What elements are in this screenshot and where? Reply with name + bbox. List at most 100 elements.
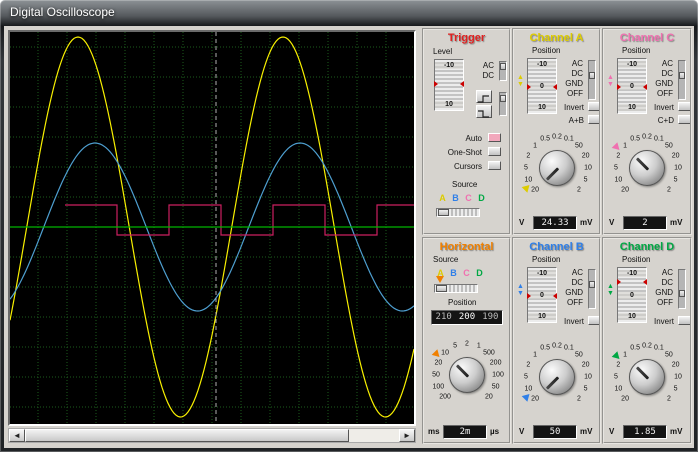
coupling-switch[interactable] [678,60,686,100]
knob-scale-label: 10 [524,176,533,184]
ac-label: AC [571,268,583,277]
knob-scale-label: 500 [483,349,495,357]
level-marker-right [460,81,464,87]
edge-select-switch[interactable] [499,92,507,116]
sum-button[interactable] [588,115,599,124]
source-d-label: D [476,268,483,278]
position-value-next: 190 [482,312,499,322]
position-label: Position [622,255,651,264]
switch-thumb[interactable] [589,72,595,79]
knob-scale-label: 5 [453,342,458,350]
knob-scale-label: 0.1 [563,344,574,352]
control-panels: Trigger Level -10 10 AC DC Auto One-Shot… [422,28,692,444]
switch-thumb[interactable] [589,281,595,288]
channel-c-knob-block: 20 10 5 2 1 0.5 0.2 0.1 50 20 10 5 2 [605,126,689,210]
panel-title: Channel C [619,32,675,44]
dc-label: DC [661,278,673,287]
channel-b-scale-knob[interactable] [539,359,575,395]
knob-scale-label: 5 [673,176,678,184]
switch-thumb[interactable] [679,290,685,297]
knob-scale-label: 0.5 [540,135,550,143]
channel-b-position-arrows[interactable]: ▲ ▼ [517,283,524,297]
unit-right: µs [490,427,500,436]
client-area: ◄ ► Trigger Level -10 10 AC DC Auto One-… [4,26,694,448]
knob-scale-label: 2 [576,395,581,403]
knob-scale-label: 5 [583,385,588,393]
titlebar[interactable]: Digital Oscilloscope [0,0,698,26]
slider-thumb[interactable] [436,285,447,292]
rising-edge-button[interactable] [476,90,492,103]
scope-hscrollbar[interactable]: ◄ ► [8,428,416,443]
panel-title: Horizontal [439,241,494,253]
scroll-left-button[interactable]: ◄ [9,429,25,442]
knob-scale-label: 50 [432,371,440,379]
unit-left: ms [428,427,440,436]
invert-button[interactable] [678,102,690,111]
knob-pointer [455,364,470,378]
position-marker-left [527,293,531,299]
position-marker-left [617,84,621,90]
horizontal-source-slider[interactable] [434,284,478,293]
knob-scale-label: 20 [531,395,539,403]
dc-label: DC [571,278,583,287]
position-marker-left [617,279,621,285]
scale-mid: 0 [618,292,646,299]
coupling-labels: AC DC GND OFF [647,59,673,99]
scale-top: -10 [528,270,556,277]
switch-thumb[interactable] [679,72,685,79]
knob-scale-label: 5 [614,164,618,172]
knob-scale-label: 50 [665,351,673,359]
knob-scale-label: 2 [465,340,469,348]
timebase-knob[interactable] [449,357,485,393]
off-label: OFF [657,89,673,98]
channel-d-display: 1.85 [623,425,667,439]
knob-scale-label: 50 [665,142,673,150]
oscilloscope-window: Digital Oscilloscope ◄ ► Trigger Level -… [0,0,698,452]
coupling-switch[interactable] [588,60,596,100]
invert-button[interactable] [678,316,690,325]
slider-thumb[interactable] [438,209,449,216]
auto-button[interactable] [488,133,501,142]
cursors-label: Cursors [453,162,482,171]
up-arrow-icon: ▲ [607,283,614,290]
cursors-button[interactable] [488,161,501,170]
scrollbar-thumb[interactable] [25,429,349,442]
knob-scale-label: 0.1 [653,135,664,143]
channel-b-panel: Channel B Position ▲ ▼ -10 0 10 AC DC GND… [512,237,601,444]
left-arrow-icon: ◄ [13,431,21,440]
channel-d-scale-knob[interactable] [629,359,665,395]
sum-button[interactable] [678,115,690,124]
up-arrow-icon: ▲ [607,74,614,81]
trigger-level-slider[interactable]: -10 10 [434,59,464,111]
up-arrow-icon: ▲ [517,74,524,81]
source-d-label: D [478,193,485,203]
channel-a-scale-knob[interactable] [539,150,575,186]
channel-c-position-arrows[interactable]: ▲ ▼ [607,74,614,88]
one-shot-button[interactable] [488,147,501,156]
knob-scale-label: 0.2 [642,133,652,141]
channel-d-knob-block: 20 10 5 2 1 0.5 0.2 0.1 50 20 10 5 2 [605,335,689,419]
switch-thumb[interactable] [500,95,506,102]
knob-scale-label: 20 [434,359,443,367]
invert-button[interactable] [588,316,599,325]
scroll-right-button[interactable]: ► [399,429,415,442]
horizontal-position-display[interactable]: 210 200 190 [431,310,503,325]
trigger-source-slider[interactable] [436,208,480,217]
down-arrow-icon: ▼ [517,290,524,297]
channel-b-position-slider[interactable]: -10 0 10 [527,267,557,323]
knob-scale-label: 20 [581,152,590,160]
channel-c-scale-knob[interactable] [629,150,665,186]
knob-scale-label: 0.2 [642,342,652,350]
knob-scale-label: 20 [671,152,680,160]
channel-d-position-slider[interactable]: -10 0 10 [617,267,647,323]
switch-thumb[interactable] [500,63,506,70]
falling-edge-button[interactable] [476,105,492,118]
coupling-switch[interactable] [678,269,686,309]
trigger-coupling-switch[interactable] [499,61,507,81]
knob-scale-label: 5 [673,385,678,393]
channel-a-position-arrows[interactable]: ▲ ▼ [517,74,524,88]
coupling-switch[interactable] [588,269,596,309]
channel-d-position-arrows[interactable]: ▲ ▼ [607,283,614,297]
channel-c-panel: Channel C Position ▲ ▼ -10 0 10 AC DC GND… [602,28,692,235]
invert-button[interactable] [588,102,599,111]
